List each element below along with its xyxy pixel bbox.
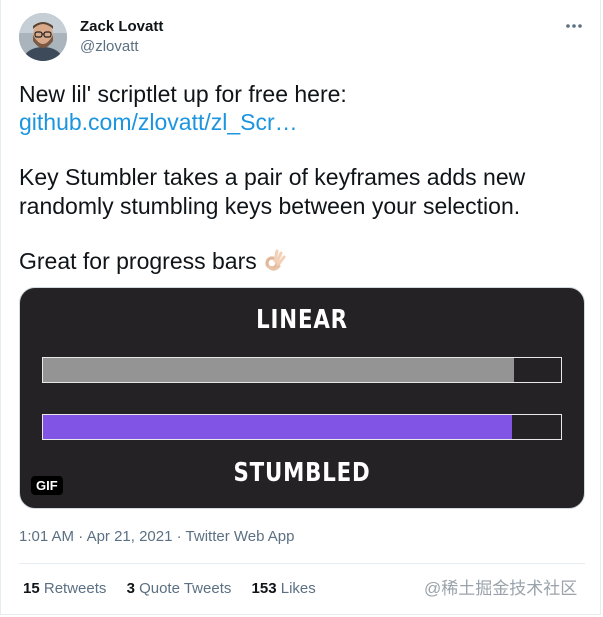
gif-badge: GIF	[31, 476, 63, 495]
watermark: @稀土掘金技术社区	[424, 579, 578, 598]
gif-media[interactable]: LINEAR STUMBLED GIF	[19, 287, 585, 509]
retweets-stat[interactable]: 15 Retweets	[23, 580, 106, 597]
gif-label-linear: LINEAR	[256, 305, 348, 335]
tweet-date[interactable]: Apr 21, 2021	[87, 528, 173, 545]
progress-bar-linear	[42, 357, 562, 383]
quote-tweets-label: Quote Tweets	[139, 580, 232, 597]
tweet-text-line: Great for progress bars	[19, 247, 287, 279]
tweet-source[interactable]: Twitter Web App	[186, 528, 295, 545]
quote-tweets-count: 3	[126, 580, 135, 597]
likes-stat[interactable]: 153 Likes	[252, 580, 316, 597]
tweet-card: Zack Lovatt @zlovatt New lil' scriptlet …	[0, 0, 601, 615]
author-name[interactable]: Zack Lovatt	[80, 17, 163, 37]
progress-bar-fill-linear	[43, 358, 515, 382]
more-options-icon[interactable]	[564, 16, 584, 36]
author-handle[interactable]: @zlovatt	[80, 37, 139, 57]
retweets-count: 15	[23, 580, 40, 597]
likes-count: 153	[251, 580, 277, 597]
tweet-text-line: New lil' scriptlet up for free here:	[19, 81, 347, 107]
progress-bar-stumbled	[42, 414, 562, 440]
tweet-text-content: Great for progress bars	[19, 248, 257, 274]
separator-dot: ·	[176, 528, 182, 545]
gif-label-stumbled: STUMBLED	[233, 458, 371, 488]
tweet-time[interactable]: 1:01 AM	[19, 528, 74, 545]
avatar-image	[19, 13, 67, 61]
divider	[19, 563, 585, 564]
tweet-timestamp: 1:01 AM · Apr 21, 2021 · Twitter Web App	[19, 527, 295, 547]
tweet-stats: 15 Retweets 3 Quote Tweets 153 Likes	[23, 579, 332, 599]
separator-dot: ·	[78, 528, 84, 545]
retweets-label: Retweets	[43, 580, 107, 597]
tweet-link[interactable]: github.com/zlovatt/zl_Scr…	[19, 108, 298, 137]
progress-bar-fill-stumbled	[43, 415, 513, 439]
avatar[interactable]	[19, 13, 67, 61]
likes-label: Likes	[280, 580, 316, 597]
quote-tweets-stat[interactable]: 3 Quote Tweets	[127, 580, 232, 597]
tweet-text-line: randomly stumbling keys between your sel…	[19, 193, 521, 219]
tweet-text-line: Key Stumbler takes a pair of keyframes a…	[19, 164, 526, 190]
ok-hand-emoji-icon	[263, 248, 287, 279]
